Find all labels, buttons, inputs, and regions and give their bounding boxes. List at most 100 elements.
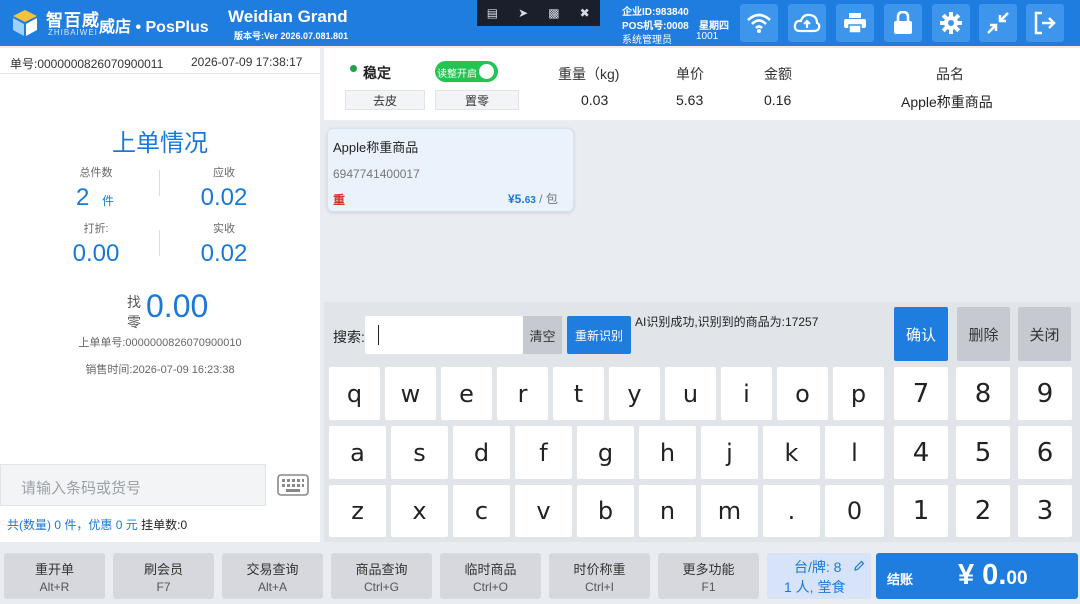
virtual-keyboard-button[interactable] bbox=[266, 464, 320, 506]
barcode-input-box[interactable]: 请输入条码或货号 bbox=[0, 464, 266, 506]
rerecognize-button[interactable]: 重新识别 bbox=[567, 316, 631, 354]
key-t[interactable]: t bbox=[553, 367, 604, 420]
barcode-input-placeholder: 请输入条码或货号 bbox=[21, 480, 142, 497]
previous-order-number: 上单单号:0000000826070900010 bbox=[78, 337, 242, 349]
zero-button[interactable]: 置零 bbox=[435, 90, 519, 110]
screen-icon[interactable]: ▩ bbox=[545, 6, 563, 20]
more-functions-button[interactable]: 更多功能 F1 bbox=[658, 553, 759, 599]
company-id: 企业ID:983840 bbox=[622, 7, 689, 18]
weekday: 星期四 bbox=[699, 21, 729, 32]
app-name: 威店 • PosPlus bbox=[99, 19, 209, 36]
key-c[interactable]: c bbox=[453, 485, 510, 537]
key-q[interactable]: q bbox=[329, 367, 380, 420]
text-cursor bbox=[378, 325, 379, 345]
product-card-barcode: 6947741400017 bbox=[333, 167, 420, 181]
printer-icon bbox=[844, 13, 866, 34]
key-m[interactable]: m bbox=[701, 485, 758, 537]
key-4[interactable]: 4 bbox=[894, 426, 948, 479]
key-f[interactable]: f bbox=[515, 426, 572, 479]
minimize-button[interactable] bbox=[979, 4, 1017, 42]
confirm-button[interactable]: 确认 bbox=[894, 307, 948, 361]
key-0[interactable]: 0 bbox=[825, 485, 884, 537]
store-brand: Weidian Grand bbox=[228, 7, 348, 26]
window-controls: ▤ ➤ ▩ ✖ bbox=[477, 0, 600, 26]
key-9[interactable]: 9 bbox=[1018, 367, 1072, 420]
received-value: 0.02 bbox=[200, 240, 248, 267]
delete-button[interactable]: 删除 bbox=[957, 307, 1010, 361]
table-info-button[interactable]: 台/牌: 8 1 人, 堂食 bbox=[767, 553, 871, 599]
search-input[interactable] bbox=[365, 316, 523, 354]
key-v[interactable]: v bbox=[515, 485, 572, 537]
key-h[interactable]: h bbox=[639, 426, 696, 479]
cloud-sync-button[interactable] bbox=[788, 4, 826, 42]
product-card[interactable]: Apple称重商品 6947741400017 重 ¥5.63 / 包 bbox=[327, 128, 574, 212]
key-k[interactable]: k bbox=[763, 426, 820, 479]
key-w[interactable]: w bbox=[385, 367, 436, 420]
key-a[interactable]: a bbox=[329, 426, 386, 479]
key-7[interactable]: 7 bbox=[894, 367, 948, 420]
checkout-button[interactable]: 结账 ¥ 0.00 bbox=[876, 553, 1078, 599]
operator-name: 系统管理员 bbox=[622, 35, 672, 46]
temporary-product-button[interactable]: 临时商品 Ctrl+O bbox=[440, 553, 541, 599]
transaction-query-button[interactable]: 交易查询 Alt+A bbox=[222, 553, 323, 599]
table-number: 台/牌: 8 bbox=[794, 559, 842, 575]
total-count-label: 总件数 bbox=[79, 167, 113, 179]
reopen-order-button[interactable]: 重开单 Alt+R bbox=[4, 553, 105, 599]
checkout-amount: ¥ 0.00 bbox=[958, 559, 1028, 591]
scale-info-bar: 稳定 读整开启 去皮 置零 重量（kg) 0.03 单价 5.63 金额 0.1… bbox=[324, 48, 1080, 120]
minimize-icon bbox=[987, 12, 1009, 34]
ai-recognition-status: AI识别成功,识别到的商品为:17257 bbox=[635, 315, 819, 329]
key-x[interactable]: x bbox=[391, 485, 448, 537]
key-6[interactable]: 6 bbox=[1018, 426, 1072, 479]
key-d[interactable]: d bbox=[453, 426, 510, 479]
key-2[interactable]: 2 bbox=[956, 485, 1010, 537]
receivable-value: 0.02 bbox=[200, 184, 248, 211]
key-j[interactable]: j bbox=[701, 426, 758, 479]
pos-number: POS机号:0008 bbox=[622, 21, 689, 32]
stable-indicator-icon bbox=[350, 65, 357, 72]
suspended-orders-count: 挂单数:0 bbox=[141, 518, 188, 532]
keyboard-toggle-icon[interactable]: ▤ bbox=[483, 6, 501, 20]
clear-button[interactable]: 清空 bbox=[523, 316, 562, 354]
key-dot[interactable]: . bbox=[763, 485, 820, 537]
key-l[interactable]: l bbox=[825, 426, 884, 479]
key-z[interactable]: z bbox=[329, 485, 386, 537]
key-3[interactable]: 3 bbox=[1018, 485, 1072, 537]
lock-button[interactable] bbox=[884, 4, 922, 42]
key-e[interactable]: e bbox=[441, 367, 492, 420]
key-n[interactable]: n bbox=[639, 485, 696, 537]
member-card-button[interactable]: 刷会员 F7 bbox=[113, 553, 214, 599]
search-label: 搜索: bbox=[333, 329, 365, 345]
print-button[interactable] bbox=[836, 4, 874, 42]
total-count-value: 2 bbox=[76, 184, 90, 211]
stable-label: 稳定 bbox=[363, 65, 391, 81]
logo-icon bbox=[10, 8, 40, 38]
tare-button[interactable]: 去皮 bbox=[345, 90, 425, 110]
exit-button[interactable] bbox=[1026, 4, 1064, 42]
wifi-button[interactable] bbox=[740, 4, 778, 42]
key-o[interactable]: o bbox=[777, 367, 828, 420]
key-1[interactable]: 1 bbox=[894, 485, 948, 537]
key-s[interactable]: s bbox=[391, 426, 448, 479]
previous-sale-time: 销售时间:2026-07-09 16:23:38 bbox=[85, 364, 235, 376]
guest-info: 1 人, 堂食 bbox=[784, 579, 846, 595]
close-button[interactable]: 关闭 bbox=[1018, 307, 1071, 361]
key-i[interactable]: i bbox=[721, 367, 772, 420]
key-8[interactable]: 8 bbox=[956, 367, 1010, 420]
key-b[interactable]: b bbox=[577, 485, 634, 537]
price-weighing-button[interactable]: 时价称重 Ctrl+I bbox=[549, 553, 650, 599]
key-g[interactable]: g bbox=[577, 426, 634, 479]
mode-toggle[interactable]: 读整开启 bbox=[435, 61, 498, 82]
lock-icon bbox=[894, 11, 912, 34]
close-icon[interactable]: ✖ bbox=[576, 6, 594, 20]
key-p[interactable]: p bbox=[833, 367, 884, 420]
key-y[interactable]: y bbox=[609, 367, 660, 420]
send-icon[interactable]: ➤ bbox=[514, 6, 532, 20]
weight-value: 0.03 bbox=[581, 92, 609, 108]
key-r[interactable]: r bbox=[497, 367, 548, 420]
settings-button[interactable] bbox=[932, 4, 970, 42]
weighed-tag: 重 bbox=[333, 193, 346, 207]
product-query-button[interactable]: 商品查询 Ctrl+G bbox=[331, 553, 432, 599]
key-5[interactable]: 5 bbox=[956, 426, 1010, 479]
key-u[interactable]: u bbox=[665, 367, 716, 420]
